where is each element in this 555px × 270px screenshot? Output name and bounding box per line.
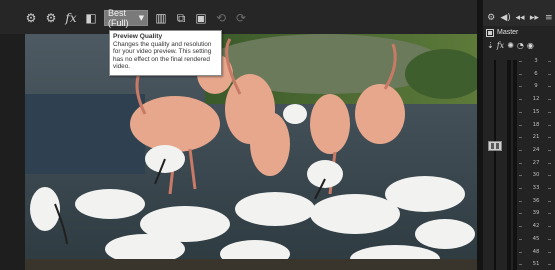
menu-icon[interactable]: ≡ <box>543 11 555 25</box>
overlays-icon[interactable]: ▥ <box>152 9 170 27</box>
master-mixer-panel: ⚙ ◀) ◂◂ ▸▸ ≡ Master ⇣ fx ✺ ◔ ◉ 3 6 9 12 … <box>483 0 555 270</box>
level-meter-left <box>507 60 511 270</box>
scale-tick: 12 <box>519 94 553 104</box>
automation-icon[interactable]: ◔ <box>517 41 524 50</box>
scale-tick: 21 <box>519 132 553 142</box>
fader-track <box>494 60 496 270</box>
preview-quality-tooltip: Preview Quality Changes the quality and … <box>109 30 222 76</box>
scale-tick: 48 <box>519 247 553 257</box>
level-meter-right <box>513 60 517 270</box>
scale-tick: 51 <box>519 259 553 269</box>
fx-icon[interactable]: fx <box>62 9 80 27</box>
master-channel: Master ⇣ fx ✺ ◔ ◉ 3 6 9 12 15 18 21 24 2… <box>483 26 555 270</box>
next-icon[interactable]: ▸▸ <box>528 11 540 25</box>
speaker-icon[interactable]: ◀) <box>499 11 511 25</box>
scale-tick: 33 <box>519 183 553 193</box>
volume-fader[interactable] <box>488 141 502 151</box>
scale-tick: 3 <box>519 56 553 66</box>
channel-header: Master <box>483 26 555 39</box>
record-icon[interactable]: ◉ <box>527 41 534 50</box>
tooltip-title: Preview Quality <box>113 33 163 40</box>
channel-enable-toggle[interactable] <box>486 28 494 37</box>
scale-tick: 15 <box>519 107 553 117</box>
gear-icon[interactable]: ⚙ <box>485 11 497 25</box>
preview-left-gutter <box>0 34 25 270</box>
preview-toolbar: ⚙ ⚙ fx ◧ Best (Full) ▼ ▥ ⧉ ▣ ⟲ ⟳ <box>0 0 480 34</box>
preview-quality-select[interactable]: Best (Full) ▼ <box>104 8 148 28</box>
mixer-settings-icon[interactable]: ⚙ <box>42 9 60 27</box>
gear-icon[interactable]: ✺ <box>507 41 514 50</box>
copy-snapshot-icon[interactable]: ⧉ <box>172 9 190 27</box>
preview-quality-value: Best (Full) <box>108 8 129 28</box>
scale-tick: 45 <box>519 234 553 244</box>
insert-icon[interactable]: ⇣ <box>487 41 494 50</box>
fx-icon[interactable]: fx <box>497 41 504 50</box>
undo-icon[interactable]: ⟲ <box>212 9 230 27</box>
scale-tick: 30 <box>519 170 553 180</box>
video-frame-image <box>25 34 477 270</box>
channel-label: Master <box>497 29 519 36</box>
scale-tick: 36 <box>519 196 553 206</box>
scale-tick: 39 <box>519 208 553 218</box>
scale-tick: 27 <box>519 158 553 168</box>
chevron-down-icon: ▼ <box>138 14 144 22</box>
scale-tick: 18 <box>519 120 553 130</box>
split-screen-icon[interactable]: ◧ <box>82 9 100 27</box>
preview-toolbar-row: ⚙ ⚙ fx ◧ Best (Full) ▼ ▥ ⧉ ▣ ⟲ ⟳ <box>22 8 250 28</box>
previous-icon[interactable]: ◂◂ <box>514 11 526 25</box>
channel-icons: ⇣ fx ✺ ◔ ◉ <box>483 39 555 52</box>
save-snapshot-icon[interactable]: ▣ <box>192 9 210 27</box>
redo-icon[interactable]: ⟳ <box>232 9 250 27</box>
scale-tick: 6 <box>519 69 553 79</box>
scale-tick: 42 <box>519 221 553 231</box>
scale-tick: 24 <box>519 145 553 155</box>
video-preview[interactable] <box>25 34 477 270</box>
tooltip-body: Changes the quality and resolution for y… <box>113 40 212 71</box>
scale-tick: 9 <box>519 81 553 91</box>
gear-icon[interactable]: ⚙ <box>22 9 40 27</box>
mixer-toolbar: ⚙ ◀) ◂◂ ▸▸ ≡ <box>483 10 555 26</box>
